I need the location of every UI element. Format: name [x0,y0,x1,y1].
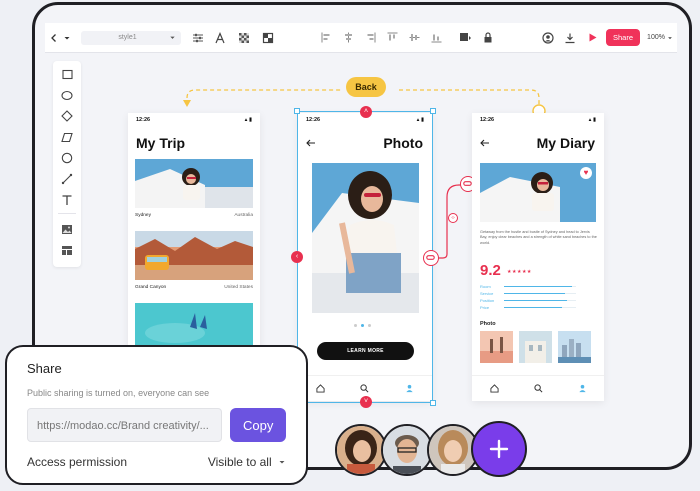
hero-photo[interactable] [312,163,419,313]
home-icon[interactable] [316,384,325,393]
learn-more-button[interactable]: LEARN MORE [317,342,414,360]
link-icon[interactable] [423,250,439,266]
rating-metrics: Room Service Position Price [480,283,596,311]
avatar[interactable] [381,424,433,476]
permission-value: Visible to all [207,455,272,469]
add-collaborator-button[interactable] [471,421,527,477]
share-panel: Share Public sharing is turned on, every… [5,345,308,485]
beach-pier-image [480,331,513,363]
metric-row: Price [480,304,596,311]
resize-handle[interactable] [430,108,436,114]
trip-photo-beach[interactable] [135,303,253,349]
status-time: 12:26 [136,117,151,123]
card-subtitle: Australia [234,213,253,218]
copy-button[interactable]: Copy [230,408,286,442]
metric-label: Service [480,291,494,296]
avatar-woman-image [337,426,385,474]
back-flow-line [399,89,540,105]
card-subtitle: United States [224,285,253,290]
chevron-left-icon[interactable]: ‹ [291,251,303,263]
status-icons: ▴ ▮ [244,117,252,123]
building-image [519,331,552,363]
share-subtitle: Public sharing is turned on, everyone ca… [27,388,210,398]
status-time: 12:26 [480,117,495,123]
screen-title: My Diary [536,135,595,151]
rating-stars: ★★★★★ [507,269,532,275]
metric-bar [504,299,576,302]
diary-thumb[interactable] [480,331,513,363]
diary-photo[interactable] [480,163,596,222]
diary-thumb[interactable] [558,331,591,363]
metric-bar [504,306,576,309]
rating-score: 9.2 [480,262,501,279]
resize-handle[interactable] [430,400,436,406]
caret-down-icon [279,461,285,464]
woman-car-image [480,163,596,222]
back-flow-tag[interactable]: Back [346,77,386,97]
screen-title: My Trip [136,135,186,151]
carousel-dots [354,324,371,327]
city-image [558,331,591,363]
metric-bar [504,292,576,295]
beach-image [135,303,253,349]
card-title: Sydney [135,213,151,218]
chevron-down-icon[interactable]: ˅ [360,396,372,408]
resize-handle[interactable] [294,108,300,114]
status-icons: ▴ ▮ [588,117,596,123]
share-title: Share [27,361,62,376]
arrow-left-icon[interactable] [480,139,490,147]
avatar-woman-image [429,426,477,474]
canyon-van-image [135,231,253,280]
heart-icon[interactable]: ♥ [580,167,592,179]
avatar[interactable] [335,424,387,476]
metric-label: Price [480,305,490,310]
plus-icon [489,439,509,459]
metric-label: Room [480,284,491,289]
screen-photo[interactable]: 12:26 ▴ ▮ Photo LEARN MORE [298,113,432,401]
back-flow-line [186,89,342,105]
share-url-field[interactable]: https://modao.cc/Brand creativity/... [27,408,223,442]
permission-select[interactable]: Visible to all [208,455,286,469]
search-icon[interactable] [533,384,543,393]
user-icon[interactable] [578,384,587,393]
trip-photo-sydney[interactable] [135,159,253,208]
diary-description: Getaway from the hustle and bustle of Sy… [480,230,597,245]
card-title: Grand Canyon [135,285,167,290]
screen-my-trip[interactable]: 12:26 ▴ ▮ My Trip Sydney Australia Grand… [128,113,260,349]
metric-label: Position [480,298,495,303]
bottom-nav [472,375,604,401]
screen-title: Photo [383,135,423,151]
home-icon[interactable] [489,384,499,393]
metric-row: Position [480,297,596,304]
metric-row: Service [480,290,596,297]
woman-car-image [312,163,419,313]
search-icon[interactable] [360,384,369,393]
photo-section-label: Photo [480,321,496,327]
avatar-man-image [383,426,431,474]
screen-my-diary[interactable]: 12:26 ▴ ▮ My Diary ♥ Getaway from the hu… [472,113,604,401]
metric-row: Room [480,283,596,290]
metric-bar [504,285,576,288]
chevron-up-icon[interactable]: ˄ [360,106,372,118]
diary-thumb[interactable] [519,331,552,363]
arrow-down-icon [183,100,191,107]
status-time: 12:26 [306,117,321,123]
code-icon[interactable]: ‹› [448,213,458,223]
permission-label: Access permission [27,455,128,469]
status-icons: ▴ ▮ [416,117,424,123]
arrow-left-icon[interactable] [306,139,316,147]
user-icon[interactable] [405,384,414,393]
woman-car-image [135,159,253,208]
trip-photo-canyon[interactable] [135,231,253,280]
